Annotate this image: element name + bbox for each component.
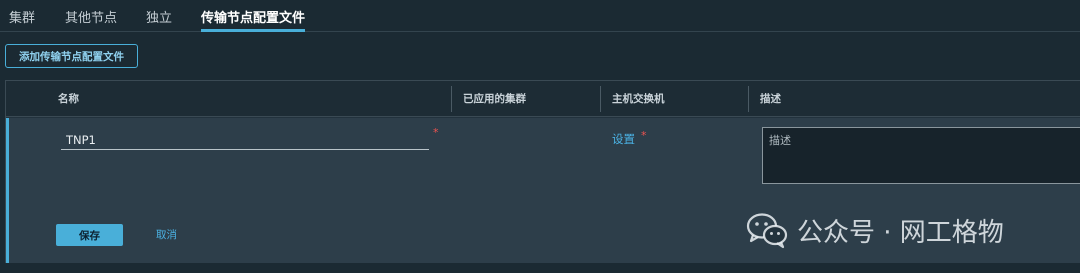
host-switch-set-link[interactable]: 设置: [612, 131, 635, 147]
column-header-host-switch[interactable]: 主机交换机: [600, 86, 665, 112]
column-header-applied-clusters[interactable]: 已应用的集群: [451, 86, 526, 112]
tab-clusters[interactable]: 集群: [9, 7, 35, 32]
name-input[interactable]: [61, 130, 429, 150]
host-switch-required-mark: *: [641, 129, 647, 142]
name-required-mark: *: [433, 126, 439, 139]
cancel-button[interactable]: 取消: [156, 224, 177, 246]
edit-row: * 设置 * 保存 取消: [6, 118, 1080, 263]
tab-transport-node-profiles[interactable]: 传输节点配置文件: [201, 7, 306, 32]
column-header-description[interactable]: 描述: [748, 86, 781, 112]
save-button[interactable]: 保存: [56, 224, 123, 246]
tab-other-nodes[interactable]: 其他节点: [65, 7, 117, 32]
tab-bar: 集群 其他节点 独立 传输节点配置文件: [0, 0, 1080, 32]
add-transport-node-profile-button[interactable]: 添加传输节点配置文件: [5, 44, 138, 68]
grid-header: 名称 已应用的集群 主机交换机 描述: [6, 81, 1080, 117]
page: 集群 其他节点 独立 传输节点配置文件 添加传输节点配置文件 名称 已应用的集群…: [0, 0, 1080, 273]
profiles-grid: 名称 已应用的集群 主机交换机 描述 * 设置 * 保存 取消: [5, 80, 1080, 263]
column-header-name[interactable]: 名称: [58, 81, 79, 117]
description-field[interactable]: [762, 127, 1080, 184]
tab-standalone[interactable]: 独立: [146, 7, 172, 32]
